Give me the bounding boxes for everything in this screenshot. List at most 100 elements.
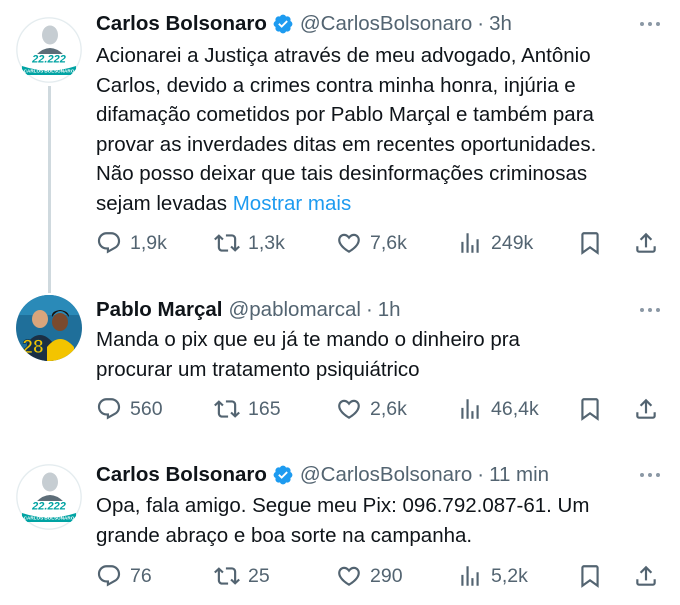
like-count: 290 xyxy=(370,564,403,587)
tweet-text-line: difamação cometidos por Pablo Marçal e t… xyxy=(96,103,594,126)
avatar-number-label: 28 xyxy=(22,337,43,358)
share-button[interactable] xyxy=(633,560,659,592)
views-count: 249k xyxy=(491,231,534,254)
tweet-text: Manda o pix que eu já te mando o dinheir… xyxy=(96,325,668,384)
reply-button[interactable]: 76 xyxy=(96,560,152,592)
tweet-actions: 1,9k 1,3k 7,6k 249k xyxy=(96,227,662,259)
tweet-header: Carlos Bolsonaro @CarlosBolsonaro · 11 m… xyxy=(96,459,549,491)
verified-badge-icon xyxy=(272,13,294,35)
tweet-text-line: provar as inverdades ditas em recentes o… xyxy=(96,132,597,156)
views-icon xyxy=(457,563,483,589)
tweet-timestamp[interactable]: 11 min xyxy=(489,463,549,487)
retweet-icon xyxy=(214,230,240,256)
avatar-image: 22.222 CARLOS BOLSONARO xyxy=(16,464,82,530)
author-name[interactable]: Pablo Marçal xyxy=(96,298,222,322)
tweet-text-line: Carlos, devido a crimes contra minha hon… xyxy=(96,73,576,97)
bookmark-button[interactable] xyxy=(577,560,603,592)
tweet-text: Acionarei a Justiça através de meu advog… xyxy=(96,41,668,218)
share-icon xyxy=(633,396,659,422)
retweet-icon xyxy=(214,563,240,589)
author-handle[interactable]: @CarlosBolsonaro xyxy=(300,12,472,36)
bookmark-icon xyxy=(577,396,603,422)
tweet-actions: 76 25 290 5,2k xyxy=(96,560,662,592)
views-count: 46,4k xyxy=(491,397,539,420)
tweet-header: Carlos Bolsonaro @CarlosBolsonaro · 3h xyxy=(96,8,512,40)
avatar-number-label: 22.222 xyxy=(31,54,66,66)
share-button[interactable] xyxy=(633,393,659,425)
like-button[interactable]: 7,6k xyxy=(336,227,407,259)
verified-badge-icon xyxy=(272,464,294,486)
retweet-button[interactable]: 25 xyxy=(214,560,270,592)
author-name[interactable]: Carlos Bolsonaro xyxy=(96,463,267,487)
avatar-pablo-marcal[interactable]: 28 xyxy=(16,295,82,361)
tweet-header: Pablo Marçal @pablomarcal · 1h xyxy=(96,294,401,326)
tweet-text-line: procurar um tratamento psiquiátrico xyxy=(96,357,420,381)
avatar-name-label: CARLOS BOLSONARO xyxy=(24,69,75,74)
tweet-actions: 560 165 2,6k 46,4k xyxy=(96,393,662,425)
share-icon xyxy=(633,563,659,589)
views-button[interactable]: 5,2k xyxy=(457,560,528,592)
tweet-text-line: grande abraço e boa sorte na campanha. xyxy=(96,523,473,547)
avatar-name-label: CARLOS BOLSONARO xyxy=(24,516,75,521)
reply-count: 1,9k xyxy=(130,231,167,254)
tweet-text: Opa, fala amigo. Segue meu Pix: 096.792.… xyxy=(96,491,668,550)
retweet-button[interactable]: 1,3k xyxy=(214,227,285,259)
bookmark-button[interactable] xyxy=(577,227,603,259)
reply-count: 76 xyxy=(130,564,152,587)
like-button[interactable]: 290 xyxy=(336,560,403,592)
separator-dot: · xyxy=(365,298,373,321)
like-count: 7,6k xyxy=(370,231,407,254)
author-name[interactable]: Carlos Bolsonaro xyxy=(96,12,267,36)
like-icon xyxy=(336,563,362,589)
like-count: 2,6k xyxy=(370,397,407,420)
views-count: 5,2k xyxy=(491,564,528,587)
share-icon xyxy=(633,230,659,256)
reply-button[interactable]: 1,9k xyxy=(96,227,167,259)
tweet-text-line: Manda o pix que eu já te mando o dinheir… xyxy=(96,328,520,351)
retweet-count: 25 xyxy=(248,564,270,587)
views-icon xyxy=(457,396,483,422)
retweet-count: 165 xyxy=(248,397,281,420)
tweet-3[interactable]: 22.222 CARLOS BOLSONARO Carlos Bolsonaro… xyxy=(0,451,680,605)
tweet-2[interactable]: 28 Pablo Marçal @pablomarcal · 1h Manda … xyxy=(0,287,680,447)
reply-icon xyxy=(96,563,122,589)
tweet-text-fragment: sejam levadas xyxy=(96,191,233,215)
avatar-carlos-bolsonaro[interactable]: 22.222 CARLOS BOLSONARO xyxy=(16,17,82,83)
reply-button[interactable]: 560 xyxy=(96,393,163,425)
reply-count: 560 xyxy=(130,397,163,420)
bookmark-button[interactable] xyxy=(577,393,603,425)
like-icon xyxy=(336,396,362,422)
reply-icon xyxy=(96,396,122,422)
bookmark-icon xyxy=(577,563,603,589)
share-button[interactable] xyxy=(633,227,659,259)
avatar-image: 28 xyxy=(16,295,82,361)
views-icon xyxy=(457,230,483,256)
avatar-number-label: 22.222 xyxy=(31,501,66,513)
more-icon[interactable] xyxy=(640,294,660,326)
retweet-count: 1,3k xyxy=(248,231,285,254)
views-button[interactable]: 249k xyxy=(457,227,533,259)
tweet-text-line: Opa, fala amigo. Segue meu Pix: 096.792.… xyxy=(96,494,590,517)
tweet-timestamp[interactable]: 1h xyxy=(378,298,401,322)
author-handle[interactable]: @pablomarcal xyxy=(228,298,360,322)
separator-dot: · xyxy=(477,463,485,486)
retweet-icon xyxy=(214,396,240,422)
bookmark-icon xyxy=(577,230,603,256)
tweet-timestamp[interactable]: 3h xyxy=(489,12,512,36)
reply-icon xyxy=(96,230,122,256)
more-icon[interactable] xyxy=(640,8,660,40)
show-more-link[interactable]: Mostrar mais xyxy=(233,192,351,215)
retweet-button[interactable]: 165 xyxy=(214,393,281,425)
tweet-1[interactable]: 22.222 CARLOS BOLSONARO Carlos Bolsonaro… xyxy=(0,0,680,290)
like-icon xyxy=(336,230,362,256)
tweet-text-line: Acionarei a Justiça através de meu advog… xyxy=(96,44,591,67)
tweet-text-line-last: sejam levadas Mostrar mais xyxy=(96,189,668,219)
separator-dot: · xyxy=(477,12,485,35)
tweet-text-line: Não posso deixar que tais desinformações… xyxy=(96,162,588,185)
avatar-image: 22.222 CARLOS BOLSONARO xyxy=(16,17,82,83)
avatar-carlos-bolsonaro[interactable]: 22.222 CARLOS BOLSONARO xyxy=(16,464,82,530)
more-icon[interactable] xyxy=(640,459,660,491)
views-button[interactable]: 46,4k xyxy=(457,393,539,425)
author-handle[interactable]: @CarlosBolsonaro xyxy=(300,463,472,487)
like-button[interactable]: 2,6k xyxy=(336,393,407,425)
